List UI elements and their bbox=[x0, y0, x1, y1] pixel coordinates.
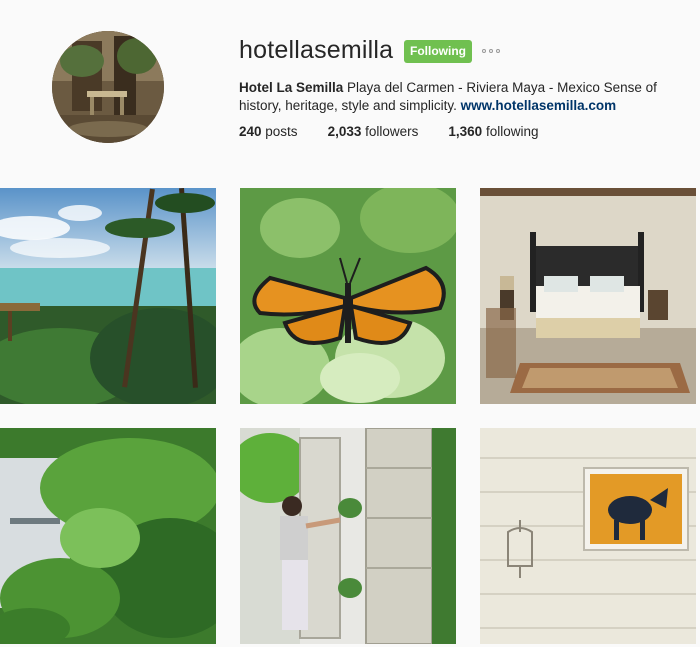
bio-name: Hotel La Semilla bbox=[239, 80, 344, 95]
profile-stats: 240 posts 2,033 followers 1,360 followin… bbox=[239, 124, 568, 139]
following-count[interactable]: 1,360 following bbox=[448, 124, 538, 139]
post-hotel-bedroom[interactable] bbox=[480, 188, 696, 404]
website-link[interactable]: www.hotellasemilla.com bbox=[461, 98, 617, 113]
post-donkey-painting[interactable] bbox=[480, 428, 696, 644]
ellipsis-icon[interactable] bbox=[482, 44, 504, 58]
profile-bio: Hotel La Semilla Playa del Carmen - Rivi… bbox=[239, 79, 679, 115]
post-leaves-courtyard[interactable] bbox=[0, 428, 216, 644]
post-beach-palms[interactable] bbox=[0, 188, 216, 404]
post-woman-watering-plants[interactable] bbox=[240, 428, 456, 644]
profile-avatar[interactable] bbox=[52, 31, 164, 143]
post-monarch-butterfly[interactable] bbox=[240, 188, 456, 404]
profile-username: hotellasemilla bbox=[239, 36, 394, 64]
profile-header: hotellasemilla Following Hotel La Semill… bbox=[0, 0, 700, 160]
following-button[interactable]: Following bbox=[404, 40, 472, 63]
followers-count[interactable]: 2,033 followers bbox=[328, 124, 419, 139]
posts-count: 240 posts bbox=[239, 124, 298, 139]
